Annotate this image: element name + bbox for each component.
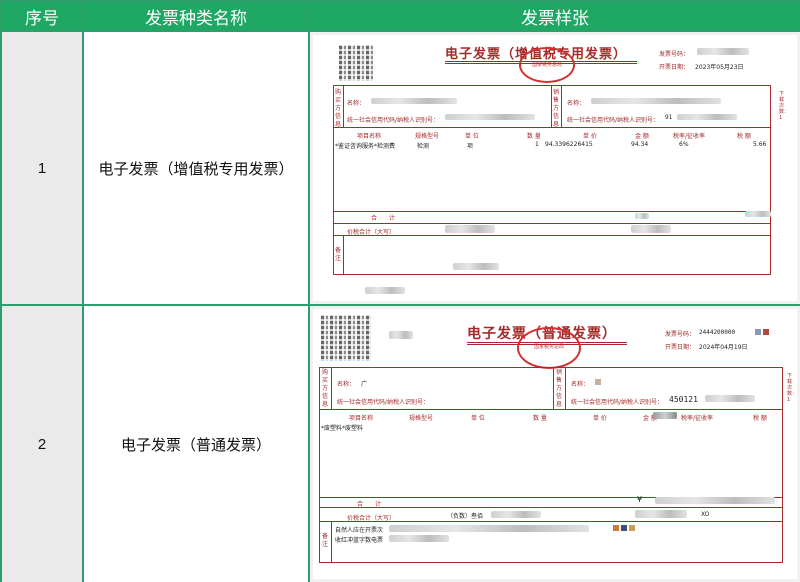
buyer-side-label: 购买方信息	[322, 369, 329, 408]
invoice-number-label: 发票号码：	[665, 331, 696, 338]
invoice-sample-cell: 电子发票（增值税专用发票） 国家税务总局 发票号码： 开票日期： 2023年05…	[308, 30, 800, 306]
invoice-number-label: 发票号码：	[659, 51, 690, 58]
invoice-type-table-page: 序号 发票种类名称 发票样张 1 电子发票（增值税专用发票） 电子发票（增值税专…	[0, 0, 800, 582]
item-name: *鉴证咨询服务*检测费	[335, 143, 396, 150]
row-index: 1	[0, 30, 84, 306]
tax-seal: 国家税务总局	[519, 47, 575, 83]
invoice-date-label: 开票日期：	[665, 344, 696, 351]
negative-total-text: （负数）叁佰	[447, 513, 484, 520]
row-invoice-type: 电子发票（增值税专用发票）	[82, 30, 310, 306]
header-type-name: 发票种类名称	[82, 0, 310, 32]
table-header-row: 序号 发票种类名称 发票样张	[0, 0, 800, 32]
invoice-date: 2023年05月23日	[695, 64, 744, 71]
download-count-note: 下载次数：1	[787, 373, 797, 403]
row-invoice-type: 电子发票（普通发票）	[82, 304, 310, 582]
invoice-date: 2024年04月19日	[699, 344, 748, 351]
seller-side-label: 销售方信息	[556, 369, 563, 408]
header-sample: 发票样张	[308, 0, 800, 32]
buyer-side-label: 购买方信息	[335, 89, 342, 128]
invoice-date-label: 开票日期：	[659, 64, 690, 71]
table-row: 2 电子发票（普通发票） 电子发票（普通发票） 国家税务总局 发票号码： 244…	[0, 304, 800, 582]
table-row: 1 电子发票（增值税专用发票） 电子发票（增值税专用发票） 国家税务总局 发票号…	[0, 30, 800, 306]
item-name: *废塑料*废塑料	[321, 425, 364, 432]
invoice-sample-cell: 电子发票（普通发票） 国家税务总局 发票号码： 2444200000 开票日期：…	[308, 304, 800, 582]
download-count-note: 下载次数：1	[779, 91, 790, 121]
general-invoice-image: 电子发票（普通发票） 国家税务总局 发票号码： 2444200000 开票日期：…	[313, 309, 797, 579]
tax-seal: 国家税务总局	[517, 327, 581, 369]
qr-code	[339, 45, 373, 81]
qr-code	[321, 315, 371, 361]
seller-side-label: 销售方信息	[553, 89, 560, 128]
header-index: 序号	[0, 0, 84, 32]
special-vat-invoice-image: 电子发票（增值税专用发票） 国家税务总局 发票号码： 开票日期： 2023年05…	[313, 35, 797, 301]
invoice-number: 2444200000	[699, 329, 736, 336]
row-index: 2	[0, 304, 84, 582]
invoice-type-table: 序号 发票种类名称 发票样张 1 电子发票（增值税专用发票） 电子发票（增值税专…	[0, 0, 800, 582]
